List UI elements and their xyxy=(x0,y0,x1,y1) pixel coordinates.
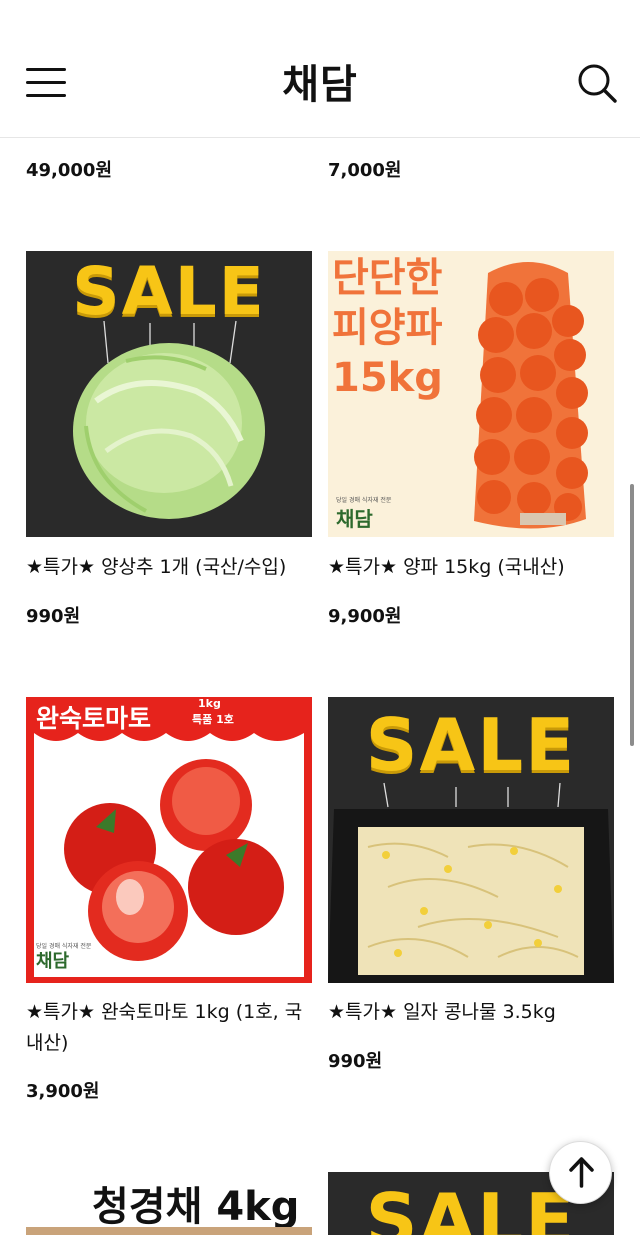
product-image-bean-sprouts[interactable]: SALE xyxy=(328,697,614,983)
image-edge xyxy=(26,1227,312,1235)
product-image-lettuce[interactable]: SALE xyxy=(26,251,312,537)
onion-headline-3: 15kg xyxy=(332,355,443,401)
product-price: 990원 xyxy=(26,606,81,627)
bok-choy-headline: 청경채 4kg xyxy=(92,1184,300,1230)
onion-headline-1: 단단한 xyxy=(332,255,443,301)
product-price: 7,000원 xyxy=(328,160,402,181)
scrollbar[interactable] xyxy=(630,484,634,746)
search-icon xyxy=(578,64,617,103)
tomato-grade: 특품 1호 xyxy=(192,713,234,726)
brand-logo: 채담 xyxy=(36,951,70,972)
search-button[interactable] xyxy=(576,62,618,104)
arrow-up-icon xyxy=(569,1157,594,1188)
product-title[interactable]: ★특가★ 일자 콩나물 3.5kg xyxy=(328,997,618,1028)
sale-banner: SALE xyxy=(365,703,577,787)
product-title[interactable]: ★특가★ 양상추 1개 (국산/수입) xyxy=(26,552,316,583)
product-price: 9,900원 xyxy=(328,606,402,627)
brand-logo: 채담 xyxy=(336,507,373,531)
product-title[interactable]: ★특가★ 완숙토마토 1kg (1호, 국내산) xyxy=(26,997,316,1059)
product-price: 990원 xyxy=(328,1051,383,1072)
onion-headline-2: 피양파 xyxy=(332,305,443,351)
product-image-bok-choy[interactable]: 청경채 4kg xyxy=(26,1172,312,1235)
scroll-to-top-button[interactable] xyxy=(549,1141,612,1204)
tomato-weight: 1kg xyxy=(198,697,221,710)
product-title[interactable]: ★특가★ 양파 15kg (국내산) xyxy=(328,552,618,583)
app-header: 채담 xyxy=(0,0,640,138)
product-price: 49,000원 xyxy=(26,160,113,181)
site-logo[interactable]: 채담 xyxy=(0,52,640,110)
tomato-label: 완숙토마토 xyxy=(36,704,152,733)
product-image-tomato[interactable]: 완숙토마토 1kg 특품 1호 당일 경매 식자재 전문 채담 xyxy=(26,697,312,983)
product-price: 3,900원 xyxy=(26,1081,100,1102)
product-image-onion[interactable]: 단단한 피양파 15kg 당일 경매 식자재 전문 채담 xyxy=(328,251,614,537)
sale-banner: SALE xyxy=(72,253,266,330)
